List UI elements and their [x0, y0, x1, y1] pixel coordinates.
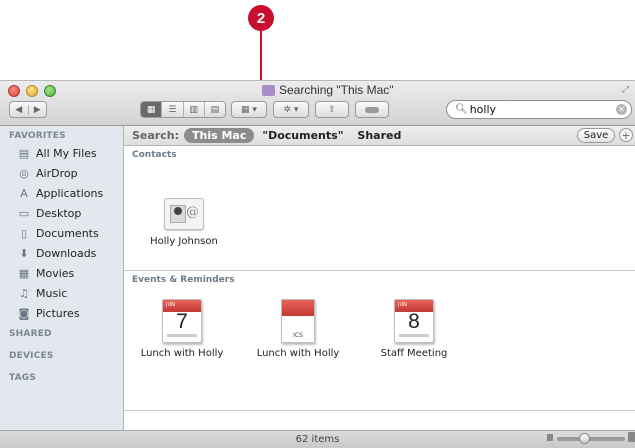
- section-header-events: Events & Reminders: [132, 275, 235, 285]
- search-input[interactable]: [469, 103, 610, 116]
- add-criteria-button[interactable]: +: [619, 128, 633, 142]
- sidebar-heading-shared[interactable]: SHARED: [0, 323, 123, 339]
- gear-icon: ✲ ▾: [283, 104, 299, 115]
- sidebar-item-applications[interactable]: A Applications: [0, 183, 123, 203]
- sidebar-item-downloads[interactable]: ⬇ Downloads: [0, 243, 123, 263]
- search-field[interactable]: 🔍︎ ✕: [446, 100, 632, 119]
- contact-card-icon: @: [164, 198, 204, 230]
- sidebar-item-desktop[interactable]: ▭ Desktop: [0, 203, 123, 223]
- scope-shared[interactable]: Shared: [357, 129, 401, 142]
- music-icon: ♫: [19, 286, 29, 300]
- slider-knob[interactable]: [579, 433, 590, 444]
- cover-flow-button[interactable]: ▤: [203, 102, 225, 117]
- save-search-button[interactable]: Save: [577, 128, 615, 143]
- callout-badge: 2: [248, 5, 274, 31]
- minimize-button[interactable]: [26, 85, 38, 97]
- sidebar-item-movies[interactable]: ▦ Movies: [0, 263, 123, 283]
- applications-icon: A: [20, 186, 28, 200]
- scope-documents[interactable]: "Documents": [262, 129, 343, 142]
- event-item[interactable]: ICS Lunch with Holly: [252, 299, 344, 359]
- documents-icon: ▯: [20, 226, 28, 240]
- forward-button[interactable]: ▶: [27, 104, 47, 115]
- list-view-button[interactable]: ☰: [161, 102, 182, 117]
- window-title: Searching "This Mac": [262, 83, 394, 97]
- sidebar-item-label: Applications: [36, 186, 104, 200]
- calendar-icon: JUN 8: [394, 299, 434, 343]
- finder-window: Searching "This Mac" ⤢ ◀ ▶ ▦ ☰ ▥ ▤ ▦ ▾ ✲…: [0, 80, 635, 448]
- sidebar-item-label: Desktop: [36, 206, 82, 220]
- share-button[interactable]: ⇪: [315, 101, 349, 118]
- view-mode-group: ▦ ☰ ▥ ▤: [140, 101, 226, 118]
- sidebar-item-label: All My Files: [36, 146, 97, 160]
- all-files-icon: ▤: [18, 146, 30, 160]
- event-name: Lunch with Holly: [256, 348, 340, 359]
- back-button[interactable]: ◀: [10, 105, 28, 115]
- sidebar-item-label: Pictures: [36, 306, 80, 320]
- events-section: Events & Reminders JUN 7 Lunch with Holl…: [124, 271, 635, 411]
- pictures-icon: ◙: [18, 306, 30, 320]
- scope-this-mac[interactable]: This Mac: [183, 128, 255, 143]
- section-header-contacts: Contacts: [132, 150, 177, 160]
- results-pane: Search: This Mac "Documents" Shared Save…: [124, 126, 635, 430]
- title-bar: Searching "This Mac" ⤢ ◀ ▶ ▦ ☰ ▥ ▤ ▦ ▾ ✲…: [0, 81, 635, 126]
- arrange-button[interactable]: ▦ ▾: [231, 101, 267, 118]
- sidebar-item-label: Documents: [36, 226, 99, 240]
- scope-label: Search:: [132, 129, 179, 142]
- zoom-button[interactable]: [44, 85, 56, 97]
- sidebar: FAVORITES ▤ All My Files ◎ AirDrop A Applicat…: [0, 126, 124, 430]
- sidebar-item-airdrop[interactable]: ◎ AirDrop: [0, 163, 123, 183]
- ics-file-icon: ICS: [281, 299, 315, 343]
- status-bar: 62 items: [0, 430, 635, 448]
- column-view-button[interactable]: ▥: [182, 102, 204, 117]
- airdrop-icon: ◎: [19, 166, 29, 180]
- smart-folder-icon: [262, 84, 275, 96]
- sidebar-heading-favorites: FAVORITES: [9, 131, 66, 141]
- share-icon: ⇪: [328, 104, 336, 115]
- tags-button[interactable]: [355, 101, 389, 118]
- tag-icon: [365, 106, 379, 113]
- event-item[interactable]: JUN 7 Lunch with Holly: [136, 299, 228, 359]
- item-count: 62 items: [295, 434, 340, 445]
- clear-search-icon[interactable]: ✕: [616, 104, 627, 115]
- large-icon-size-icon: [628, 432, 635, 442]
- contacts-section: Contacts @ Holly Johnson: [124, 146, 635, 271]
- sidebar-item-label: Downloads: [36, 246, 97, 260]
- fullscreen-icon[interactable]: ⤢: [622, 85, 629, 95]
- back-forward-group: ◀ ▶: [9, 101, 47, 118]
- calendar-icon: JUN 7: [162, 299, 202, 343]
- contact-item[interactable]: @ Holly Johnson: [144, 198, 224, 247]
- downloads-icon: ⬇: [19, 246, 29, 260]
- event-name: Lunch with Holly: [140, 348, 224, 359]
- action-button[interactable]: ✲ ▾: [273, 101, 309, 118]
- window-controls: [8, 85, 56, 97]
- sidebar-item-music[interactable]: ♫ Music: [0, 283, 123, 303]
- search-icon: 🔍︎: [455, 104, 468, 115]
- desktop-icon: ▭: [18, 206, 30, 220]
- search-scope-bar: Search: This Mac "Documents" Shared Save…: [124, 126, 635, 146]
- contact-name: Holly Johnson: [150, 236, 218, 247]
- sidebar-item-label: Movies: [36, 266, 75, 280]
- sidebar-item-documents[interactable]: ▯ Documents: [0, 223, 123, 243]
- event-name: Staff Meeting: [380, 348, 448, 359]
- close-button[interactable]: [8, 85, 20, 97]
- window-title-text: Searching "This Mac": [279, 83, 394, 97]
- sidebar-item-label: Music: [36, 286, 68, 300]
- small-icon-size-icon: [547, 434, 553, 441]
- sidebar-item-label: AirDrop: [36, 166, 78, 180]
- icon-size-slider[interactable]: [547, 432, 635, 444]
- icon-view-button[interactable]: ▦: [141, 102, 162, 117]
- sidebar-heading-devices[interactable]: DEVICES: [0, 339, 123, 361]
- sidebar-heading-tags[interactable]: TAGS: [0, 361, 123, 383]
- event-item[interactable]: JUN 8 Staff Meeting: [368, 299, 460, 359]
- sidebar-item-all-my-files[interactable]: ▤ All My Files: [0, 143, 123, 163]
- arrange-icon: ▦ ▾: [241, 104, 257, 115]
- movies-icon: ▦: [18, 266, 30, 280]
- sidebar-item-pictures[interactable]: ◙ Pictures: [0, 303, 123, 323]
